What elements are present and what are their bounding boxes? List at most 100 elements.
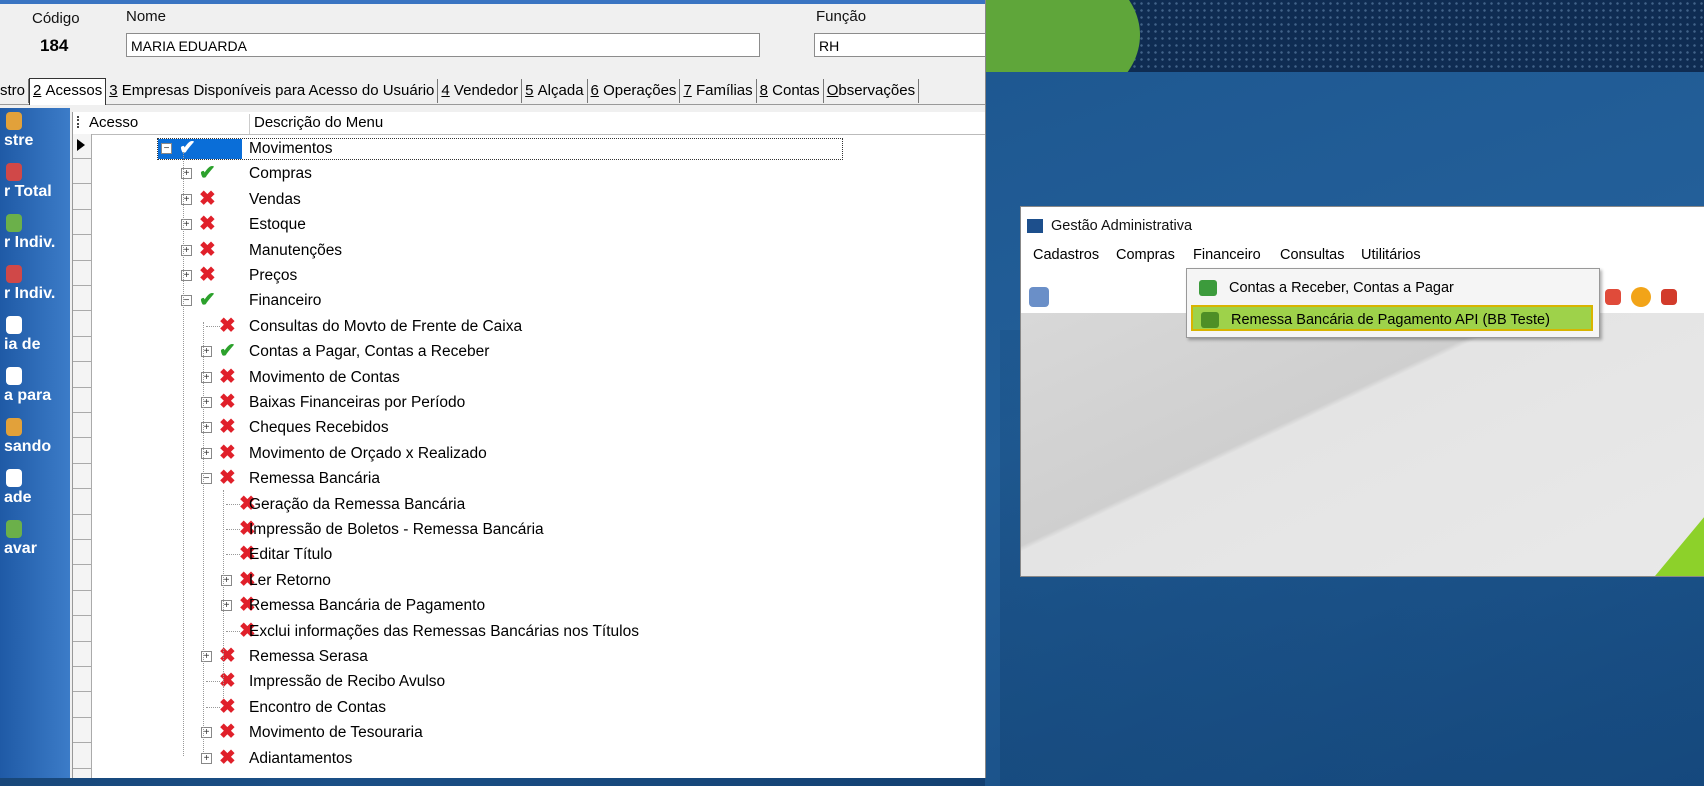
access-denied-x-icon[interactable]: ✖: [219, 316, 239, 336]
access-granted-check-icon[interactable]: ✔: [219, 341, 239, 361]
access-denied-x-icon[interactable]: ✖: [199, 265, 219, 285]
tree-row[interactable]: + ✖ Adiantamentos: [91, 746, 981, 771]
row-marker[interactable]: [73, 261, 91, 286]
row-marker[interactable]: [73, 210, 91, 236]
access-granted-check-icon[interactable]: ✔: [199, 290, 219, 310]
row-marker[interactable]: [73, 464, 91, 490]
tree-row[interactable]: + ✔ Contas a Pagar, Contas a Receber: [91, 339, 981, 364]
toolbar-button-6[interactable]: sando: [0, 416, 70, 464]
access-granted-check-icon[interactable]: ✔: [199, 163, 219, 183]
row-marker[interactable]: [73, 591, 91, 617]
toolbar-button-4[interactable]: ia de: [0, 314, 70, 362]
tree-row[interactable]: + ✖ Remessa Bancária de Pagamento: [91, 593, 981, 618]
tree-row[interactable]: ✖ Geração da Remessa Bancária: [91, 492, 981, 517]
toolbar-button-5[interactable]: a para: [0, 365, 70, 413]
tab-4[interactable]: 5 Alçada: [522, 79, 588, 103]
toolbar-button-1[interactable]: r Total: [0, 161, 70, 209]
menu-utilitarios[interactable]: Utilitários: [1361, 247, 1421, 263]
row-marker[interactable]: [73, 540, 91, 566]
toolbar-button-3[interactable]: r Indiv.: [0, 263, 70, 311]
tab-6[interactable]: 7 Famílias: [680, 79, 757, 103]
tree-row[interactable]: + ✖ Estoque: [91, 212, 981, 237]
menu-item-contas-receber-pagar[interactable]: Contas a Receber, Contas a Pagar: [1191, 275, 1593, 301]
row-marker[interactable]: [73, 185, 91, 210]
tree-row[interactable]: + ✖ Movimento de Orçado x Realizado: [91, 441, 981, 466]
tree-row[interactable]: + ✖ Ler Retorno: [91, 568, 981, 593]
access-denied-x-icon[interactable]: ✖: [219, 646, 239, 666]
function-field[interactable]: RH: [814, 33, 985, 57]
tab-7[interactable]: 8 Contas: [757, 79, 824, 103]
row-marker[interactable]: [73, 718, 91, 744]
access-denied-x-icon[interactable]: ✖: [219, 697, 239, 717]
row-marker[interactable]: [73, 388, 91, 413]
access-denied-x-icon[interactable]: ✖: [219, 417, 239, 437]
access-denied-x-icon[interactable]: ✖: [219, 468, 239, 488]
tree-row[interactable]: + ✖ Preços: [91, 263, 981, 288]
tab-2[interactable]: 3 Empresas Disponíveis para Acesso do Us…: [106, 79, 439, 103]
row-marker[interactable]: [73, 642, 91, 667]
column-header-access[interactable]: Acesso: [89, 114, 138, 131]
row-marker[interactable]: [73, 134, 91, 159]
row-marker[interactable]: [73, 515, 91, 540]
tree-row[interactable]: − ✖ Remessa Bancária: [91, 466, 981, 491]
toolbar-button-2[interactable]: r Indiv.: [0, 212, 70, 260]
toolbar-button-8[interactable]: avar: [0, 518, 70, 566]
expand-icon[interactable]: +: [201, 752, 212, 764]
menu-item-remessa-bancaria-api[interactable]: Remessa Bancária de Pagamento API (BB Te…: [1191, 305, 1593, 331]
menu-consultas[interactable]: Consultas: [1280, 247, 1344, 263]
users-icon[interactable]: [1029, 287, 1049, 307]
tree-row[interactable]: + ✖ Baixas Financeiras por Período: [91, 390, 981, 415]
access-denied-x-icon[interactable]: ✖: [219, 722, 239, 742]
access-denied-x-icon[interactable]: ✖: [199, 189, 219, 209]
row-marker[interactable]: [73, 236, 91, 261]
tree-row[interactable]: ✖ Consultas do Movto de Frente de Caixa: [91, 314, 981, 339]
tree-row[interactable]: + ✖ Movimento de Tesouraria: [91, 720, 981, 745]
column-chooser-icon[interactable]: [77, 116, 87, 128]
access-denied-x-icon[interactable]: ✖: [219, 671, 239, 691]
tree-row[interactable]: + ✖ Manutenções: [91, 238, 981, 263]
tree-row[interactable]: + ✔ Compras: [91, 161, 981, 186]
tab-5[interactable]: 6 Operações: [588, 79, 681, 103]
row-marker[interactable]: [73, 693, 91, 718]
tree-row[interactable]: ✖ Impressão de Recibo Avulso: [91, 669, 981, 694]
tree-row[interactable]: + ✖ Remessa Serasa: [91, 644, 981, 669]
row-marker[interactable]: [73, 337, 91, 363]
access-denied-x-icon[interactable]: ✖: [219, 443, 239, 463]
access-denied-x-icon[interactable]: ✖: [219, 392, 239, 412]
calendar-icon[interactable]: [1605, 289, 1621, 305]
access-denied-x-icon[interactable]: ✖: [219, 748, 239, 768]
access-denied-x-icon[interactable]: ✖: [219, 367, 239, 387]
row-marker[interactable]: [73, 744, 91, 769]
toolbar-button-7[interactable]: ade: [0, 467, 70, 515]
name-field[interactable]: MARIA EDUARDA: [126, 33, 760, 57]
tree-row[interactable]: − ✔ Movimentos: [91, 136, 981, 161]
menu-cadastros[interactable]: Cadastros: [1033, 247, 1099, 263]
clock-icon[interactable]: [1631, 287, 1651, 307]
access-granted-check-icon[interactable]: ✔: [179, 138, 199, 158]
row-marker[interactable]: [73, 617, 91, 642]
row-marker[interactable]: [73, 312, 91, 337]
collapse-icon[interactable]: −: [161, 143, 172, 154]
tab-3[interactable]: 4 Vendedor: [438, 79, 523, 103]
row-marker[interactable]: [73, 490, 91, 515]
tree-row[interactable]: − ✔ Financeiro: [91, 288, 981, 313]
column-header-description[interactable]: Descrição do Menu: [249, 114, 383, 134]
row-marker[interactable]: [73, 159, 91, 185]
report-icon[interactable]: [1661, 289, 1677, 305]
row-marker[interactable]: [73, 413, 91, 439]
tab-8[interactable]: Observações: [824, 79, 920, 103]
menu-compras[interactable]: Compras: [1116, 247, 1175, 263]
menu-financeiro[interactable]: Financeiro: [1193, 247, 1261, 263]
row-marker[interactable]: [73, 286, 91, 312]
tree-row[interactable]: ✖ Exclui informações das Remessas Bancári…: [91, 619, 981, 644]
row-marker[interactable]: [73, 439, 91, 464]
tab-0[interactable]: stro: [0, 79, 30, 103]
access-denied-x-icon[interactable]: ✖: [199, 214, 219, 234]
tree-row[interactable]: ✖ Editar Título: [91, 542, 981, 567]
toolbar-button-0[interactable]: stre: [0, 110, 70, 158]
tree-row[interactable]: ✖ Impressão de Boletos - Remessa Bancária: [91, 517, 981, 542]
row-marker[interactable]: [73, 667, 91, 693]
row-marker[interactable]: [73, 363, 91, 388]
tree-row[interactable]: ✖ Encontro de Contas: [91, 695, 981, 720]
tree-row[interactable]: + ✖ Vendas: [91, 187, 981, 212]
